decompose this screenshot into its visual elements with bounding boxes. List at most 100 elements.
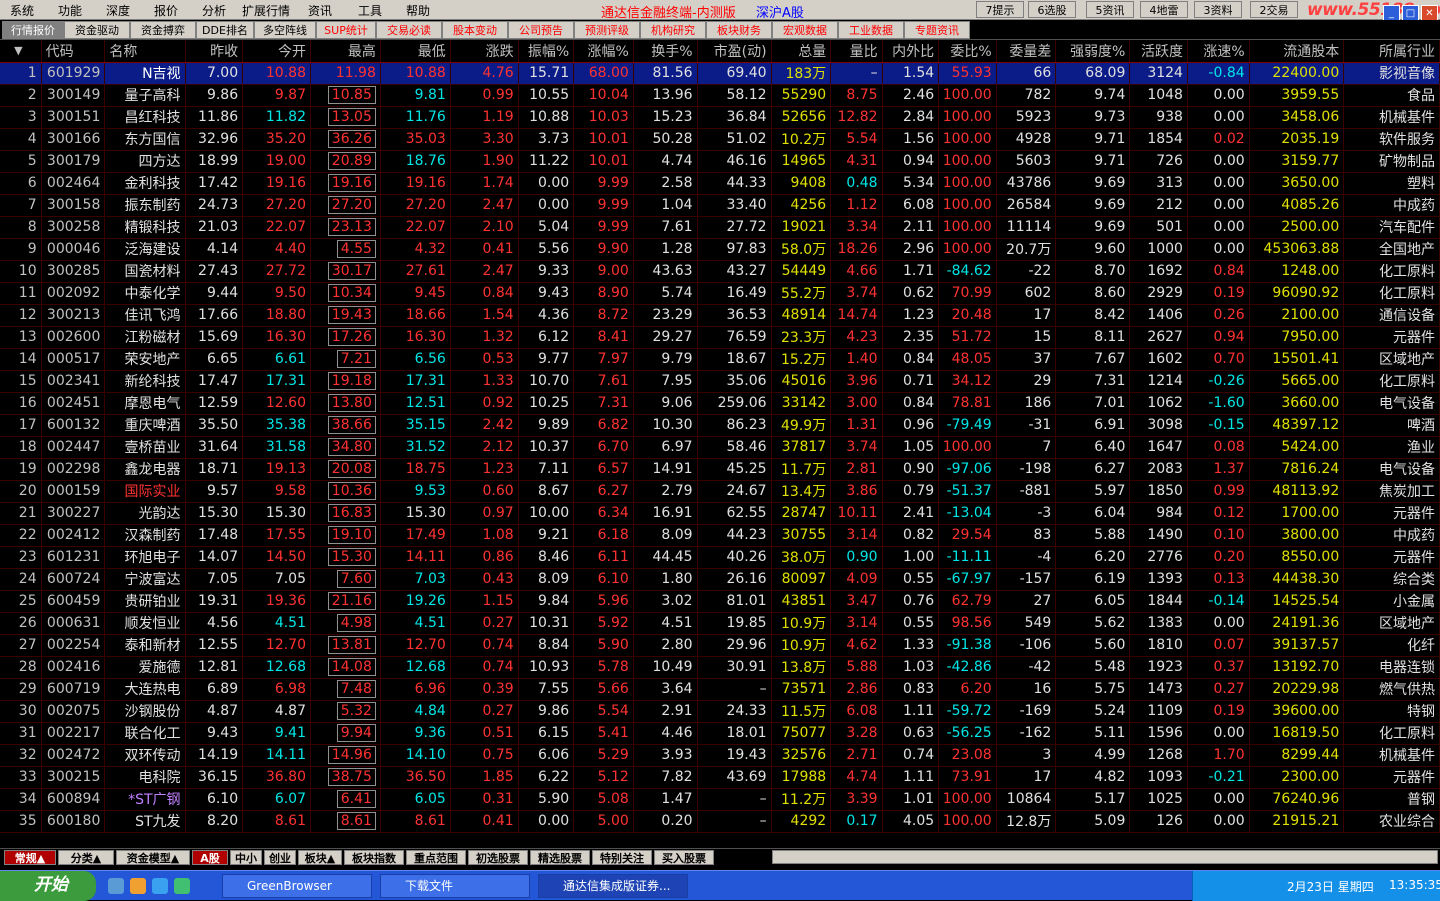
menu-item[interactable]: 功能: [58, 2, 82, 19]
bottom-tab-1[interactable]: 分类▲: [58, 850, 114, 865]
tab-12[interactable]: 宏观数据: [772, 21, 838, 39]
table-row[interactable]: 18 002447 壹桥苗业 31.64 31.58 34.80 31.52 2.12 10.3…: [0, 436, 1440, 459]
menu-item[interactable]: 深度: [106, 2, 130, 19]
maximize-icon[interactable]: □: [1402, 5, 1419, 21]
column-header[interactable]: 量比: [830, 40, 883, 63]
column-header[interactable]: 委比%: [938, 40, 997, 63]
table-row[interactable]: 21 300227 光韵达 15.30 15.30 16.83 15.30 0.97 10.00…: [0, 502, 1440, 525]
tab-11[interactable]: 板块财务: [706, 21, 772, 39]
menu-item[interactable]: 系统: [10, 2, 34, 19]
ie-icon[interactable]: [152, 878, 168, 894]
toolbar-button[interactable]: 4地雷: [1140, 1, 1188, 18]
table-row[interactable]: 28 002416 爱施德 12.81 12.68 14.08 12.68 0.74 10.93…: [0, 656, 1440, 679]
column-header[interactable]: 换手%: [633, 40, 698, 63]
column-header[interactable]: 活跃度: [1129, 40, 1188, 63]
table-row[interactable]: 20 000159 国际实业 9.57 9.58 10.36 9.53 0.60 8.67 6.2…: [0, 480, 1440, 503]
menu-item[interactable]: 分析: [202, 2, 226, 19]
table-row[interactable]: 29 600719 大连热电 6.89 6.98 7.48 6.96 0.39 7.55 5.66…: [0, 678, 1440, 701]
table-row[interactable]: 13 002600 江粉磁材 15.69 16.30 17.26 16.30 1.32 6.12…: [0, 326, 1440, 349]
table-row[interactable]: 35 600180 ST九发 8.20 8.61 8.61 8.61 0.41 0.00 5.00…: [0, 810, 1440, 833]
bottom-tab-0[interactable]: 常规▲: [4, 850, 56, 865]
table-row[interactable]: 15 002341 新纶科技 17.47 17.31 19.18 17.31 1.33 10.7…: [0, 370, 1440, 393]
table-row[interactable]: 3 300151 昌红科技 11.86 11.82 13.05 11.76 1.19 10.88…: [0, 106, 1440, 129]
menu-item[interactable]: 工具: [358, 2, 382, 19]
column-header[interactable]: 涨跌: [450, 40, 519, 63]
table-row[interactable]: 14 000517 荣安地产 6.65 6.61 7.21 6.56 0.53 9.77 7.97…: [0, 348, 1440, 371]
toolbar-button[interactable]: 6选股: [1028, 1, 1076, 18]
table-row[interactable]: 12 300213 佳讯飞鸿 17.66 18.80 19.43 18.66 1.54 4.36…: [0, 304, 1440, 327]
bottom-tab-3[interactable]: A股: [192, 850, 228, 865]
quicklaunch-icon[interactable]: [108, 878, 124, 894]
column-header[interactable]: 昨收: [185, 40, 244, 63]
table-row[interactable]: 33 300215 电科院 36.15 36.80 38.75 36.50 1.85 6.22 5…: [0, 766, 1440, 789]
tab-7[interactable]: 股本变动: [442, 21, 508, 39]
menu-item[interactable]: 扩展行情: [242, 2, 290, 19]
toolbar-button[interactable]: 2交易: [1250, 1, 1298, 18]
column-header[interactable]: 今开: [242, 40, 311, 63]
tab-4[interactable]: 多空阵线: [254, 21, 316, 39]
column-header[interactable]: 涨速%: [1187, 40, 1250, 63]
table-row[interactable]: 8 300258 精锻科技 21.03 22.07 23.13 22.07 2.10 5.04 9…: [0, 216, 1440, 239]
table-row[interactable]: 10 300285 国瓷材料 27.43 27.72 30.17 27.61 2.47 9.33…: [0, 260, 1440, 283]
table-row[interactable]: 9 000046 泛海建设 4.14 4.40 4.55 4.32 0.41 5.56 9.90 1…: [0, 238, 1440, 261]
start-button[interactable]: 开始: [0, 871, 96, 901]
table-row[interactable]: 1 601929 N吉视 7.00 10.88 11.98 10.88 4.76 15.71 68…: [0, 62, 1440, 85]
column-header[interactable]: 内外比: [882, 40, 940, 63]
table-row[interactable]: 11 002092 中泰化学 9.44 9.50 10.34 9.45 0.84 9.43 8.9…: [0, 282, 1440, 305]
column-header[interactable]: 强弱度%: [1055, 40, 1131, 63]
menu-item[interactable]: 帮助: [406, 2, 430, 19]
bottom-tab-12[interactable]: 买入股票: [654, 850, 714, 865]
column-header[interactable]: 涨幅%: [573, 40, 634, 63]
tab-3[interactable]: DDE排名: [196, 21, 254, 39]
table-row[interactable]: 2 300149 量子高科 9.86 9.87 10.85 9.81 0.99 10.55 10.…: [0, 84, 1440, 107]
table-row[interactable]: 24 600724 宁波富达 7.05 7.05 7.60 7.03 0.43 8.09 6.10…: [0, 568, 1440, 591]
bottom-tab-11[interactable]: 特别关注: [592, 850, 652, 865]
column-header[interactable]: 代码: [41, 40, 106, 63]
bottom-tab-8[interactable]: 重点范围: [406, 850, 466, 865]
column-header[interactable]: 振幅%: [518, 40, 575, 63]
task-greenbrowser[interactable]: GreenBrowser: [222, 874, 372, 898]
table-row[interactable]: 27 002254 泰和新材 12.55 12.70 13.81 12.70 0.74 8.84…: [0, 634, 1440, 657]
table-row[interactable]: 23 601231 环旭电子 14.07 14.50 15.30 14.11 0.86 8.46…: [0, 546, 1440, 569]
bottom-tab-2[interactable]: 资金模型▲: [116, 850, 190, 865]
table-row[interactable]: 31 002217 联合化工 9.43 9.41 9.94 9.36 0.51 6.15 5.41…: [0, 722, 1440, 745]
toolbar-button[interactable]: 3资料: [1194, 1, 1242, 18]
minimize-icon[interactable]: _: [1383, 5, 1400, 21]
column-header[interactable]: 流通股本: [1249, 40, 1345, 63]
table-row[interactable]: 25 600459 贵研铂业 19.31 19.36 21.16 19.26 1.15 9.84…: [0, 590, 1440, 613]
tab-14[interactable]: 专题资讯: [904, 21, 970, 39]
table-row[interactable]: 4 300166 东方国信 32.96 35.20 36.26 35.03 3.30 3.73 1…: [0, 128, 1440, 151]
table-row[interactable]: 7 300158 振东制药 24.73 27.20 27.20 27.20 2.47 0.00 9…: [0, 194, 1440, 217]
table-row[interactable]: 30 002075 沙钢股份 4.87 4.87 5.32 4.84 0.27 9.86 5.54…: [0, 700, 1440, 723]
bottom-tab-10[interactable]: 精选股票: [530, 850, 590, 865]
bottom-tab-6[interactable]: 板块▲: [298, 850, 342, 865]
table-row[interactable]: 32 002472 双环传动 14.19 14.11 14.96 14.10 0.75 6.06…: [0, 744, 1440, 767]
column-header[interactable]: 最高: [310, 40, 381, 63]
table-row[interactable]: 22 002412 汉森制药 17.48 17.55 19.10 17.49 1.08 9.21…: [0, 524, 1440, 547]
task-downloads[interactable]: 下载文件: [380, 874, 530, 898]
tab-1[interactable]: 资金驱动: [64, 21, 130, 39]
table-row[interactable]: 6 002464 金利科技 17.42 19.16 19.16 19.16 1.74 0.00 9…: [0, 172, 1440, 195]
tab-5[interactable]: SUP统计: [316, 21, 376, 39]
quicklaunch-icon[interactable]: [174, 878, 190, 894]
column-header[interactable]: 总量: [771, 40, 832, 63]
tab-10[interactable]: 机构研究: [640, 21, 706, 39]
tab-2[interactable]: 资金搏弈: [130, 21, 196, 39]
tab-6[interactable]: 交易必读: [376, 21, 442, 39]
menu-item[interactable]: 报价: [154, 2, 178, 19]
toolbar-button[interactable]: 7提示: [976, 1, 1024, 18]
table-row[interactable]: 16 002451 摩恩电气 12.59 12.60 13.80 12.51 0.92 10.2…: [0, 392, 1440, 415]
table-row[interactable]: 26 000631 顺发恒业 4.56 4.51 4.98 4.51 0.27 10.31 5.9…: [0, 612, 1440, 635]
table-row[interactable]: 5 300179 四方达 18.99 19.00 20.89 18.76 1.90 11.22 1…: [0, 150, 1440, 173]
task-tdx[interactable]: 通达信集成版证券...: [538, 874, 688, 898]
column-header[interactable]: 市盈(动): [697, 40, 772, 63]
table-row[interactable]: 34 600894 *ST广钢 6.10 6.07 6.41 6.05 0.31 5.90 5.0…: [0, 788, 1440, 811]
table-row[interactable]: 17 600132 重庆啤酒 35.50 35.38 38.66 35.15 2.42 9.89…: [0, 414, 1440, 437]
quicklaunch-icon[interactable]: [130, 878, 146, 894]
bottom-tab-5[interactable]: 创业: [264, 850, 296, 865]
tab-13[interactable]: 工业数据: [838, 21, 904, 39]
toolbar-button[interactable]: 5资讯: [1086, 1, 1134, 18]
column-header[interactable]: 名称: [104, 40, 186, 63]
sort-dropdown-icon[interactable]: ▼: [0, 40, 42, 63]
bottom-tab-4[interactable]: 中小: [230, 850, 262, 865]
